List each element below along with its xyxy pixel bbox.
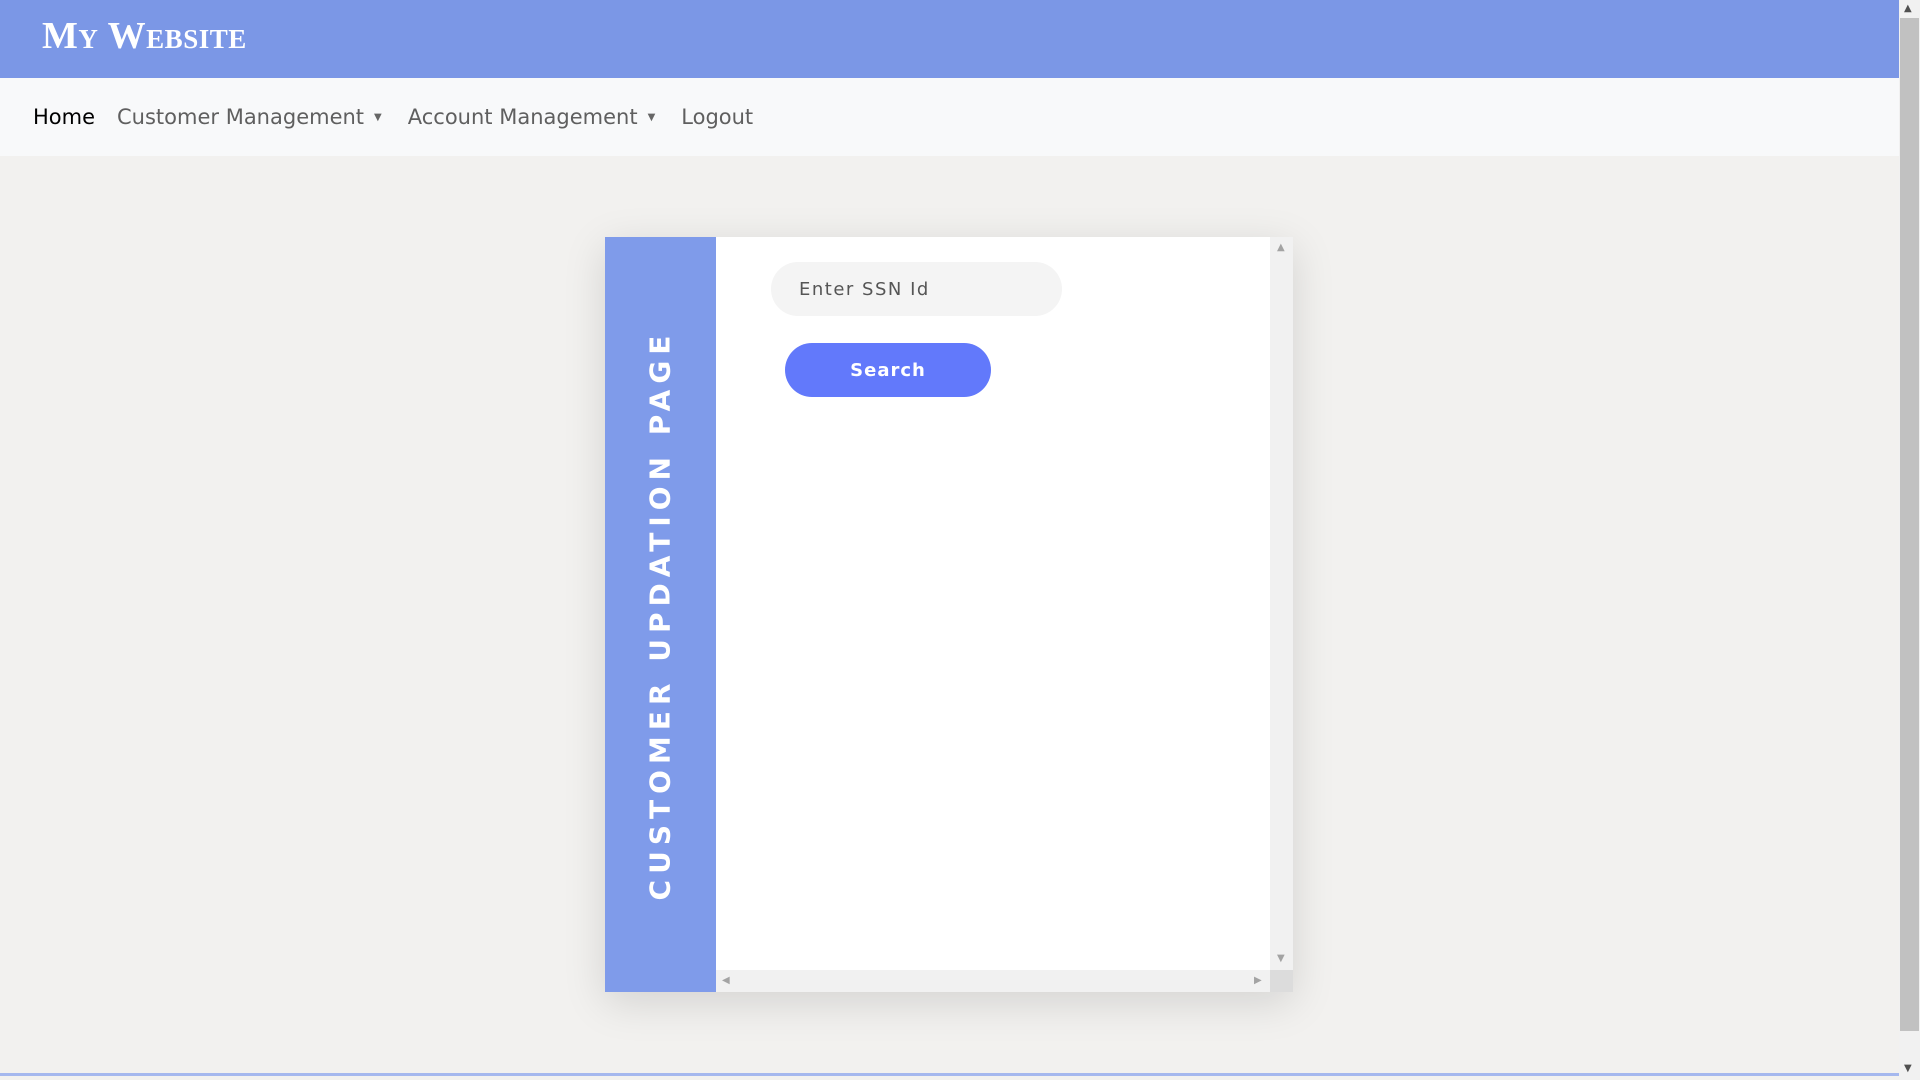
page-title: CUSTOMER UPDATION PAGE: [643, 329, 677, 901]
card-vertical-scrollbar[interactable]: ▲ ▼: [1270, 237, 1293, 970]
scroll-right-icon[interactable]: ▶: [1254, 976, 1262, 986]
site-header: My Website: [0, 0, 1899, 78]
nav-customer-management[interactable]: Customer Management ▼: [117, 105, 382, 129]
nav-logout-label: Logout: [681, 105, 754, 129]
ssn-input[interactable]: [771, 262, 1062, 316]
page-scroll-up-icon[interactable]: ▲: [1904, 4, 1912, 14]
nav-home[interactable]: Home: [33, 105, 95, 129]
scroll-down-icon[interactable]: ▼: [1277, 954, 1285, 964]
footer-divider: [0, 1073, 1899, 1076]
caret-down-icon: ▼: [374, 111, 382, 123]
card-sidebar: CUSTOMER UPDATION PAGE: [605, 237, 716, 992]
nav-account-management-label: Account Management: [407, 105, 638, 129]
page-scrollbar-thumb[interactable]: [1900, 18, 1919, 1031]
customer-update-card: CUSTOMER UPDATION PAGE Search ▲ ▼ ◀ ▶: [605, 237, 1293, 992]
scroll-up-icon[interactable]: ▲: [1277, 243, 1285, 253]
main-nav: Home Customer Management ▼ Account Manage…: [0, 78, 1899, 156]
caret-down-icon: ▼: [647, 111, 656, 123]
page-scrollbar[interactable]: ▲ ▼: [1899, 0, 1920, 1080]
search-button[interactable]: Search: [785, 343, 991, 397]
nav-customer-management-label: Customer Management: [117, 105, 365, 129]
site-brand[interactable]: My Website: [42, 14, 247, 58]
card-horizontal-scrollbar[interactable]: ◀ ▶: [716, 970, 1270, 992]
scroll-left-icon[interactable]: ◀: [722, 976, 730, 986]
scrollbar-corner: [1270, 970, 1293, 992]
page-scroll-down-icon[interactable]: ▼: [1904, 1064, 1912, 1074]
nav-home-label: Home: [33, 105, 96, 129]
nav-account-management[interactable]: Account Management ▼: [408, 105, 656, 129]
nav-logout[interactable]: Logout: [681, 105, 753, 129]
card-content: Search: [716, 237, 1270, 970]
